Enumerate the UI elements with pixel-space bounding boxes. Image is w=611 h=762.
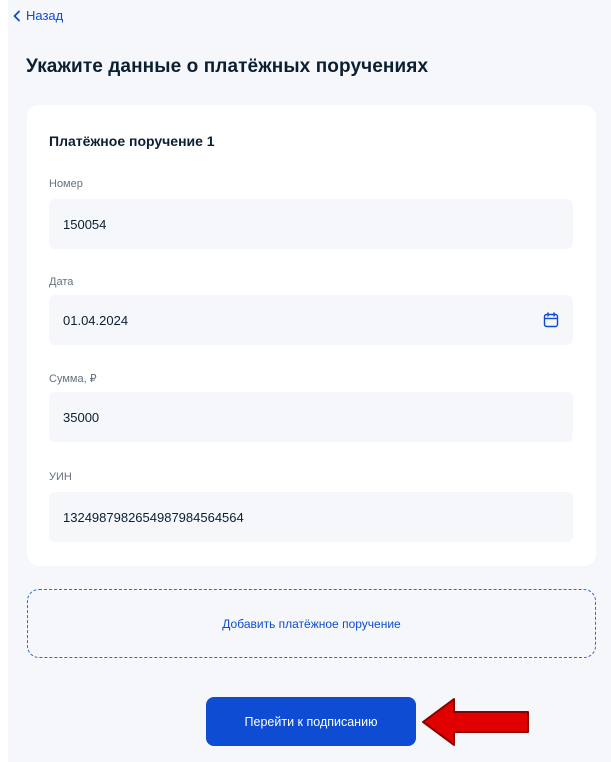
- payment-order-title: Платёжное поручение 1: [49, 133, 215, 149]
- uin-field[interactable]: 1324987982654987984564564: [49, 492, 573, 542]
- date-value: 01.04.2024: [63, 312, 129, 328]
- page-title: Укажите данные о платёжных поручениях: [26, 56, 429, 77]
- amount-field[interactable]: 35000: [49, 392, 573, 442]
- date-label: Дата: [49, 276, 74, 288]
- calendar-icon[interactable]: [543, 312, 559, 328]
- amount-label: Сумма, ₽: [49, 373, 97, 385]
- payment-order-card: Платёжное поручение 1 Номер 150054 Дата …: [27, 105, 596, 566]
- uin-value: 1324987982654987984564564: [63, 509, 244, 525]
- add-payment-order-label: Добавить платёжное поручение: [222, 616, 401, 631]
- number-label: Номер: [49, 178, 83, 190]
- date-field[interactable]: 01.04.2024: [49, 295, 573, 345]
- number-field[interactable]: 150054: [49, 199, 573, 249]
- red-arrow-icon: [422, 698, 529, 746]
- page: Назад Укажите данные о платёжных поручен…: [0, 0, 611, 762]
- chevron-left-icon: [13, 10, 20, 21]
- go-to-signing-label: Перейти к подписанию: [244, 714, 378, 729]
- number-value: 150054: [63, 216, 107, 232]
- back-link-label: Назад: [26, 8, 64, 23]
- add-payment-order-button[interactable]: Добавить платёжное поручение: [27, 589, 596, 658]
- amount-value: 35000: [63, 409, 100, 425]
- back-link[interactable]: Назад: [12, 8, 63, 23]
- uin-label: УИН: [49, 471, 72, 483]
- go-to-signing-button[interactable]: Перейти к подписанию: [206, 697, 416, 746]
